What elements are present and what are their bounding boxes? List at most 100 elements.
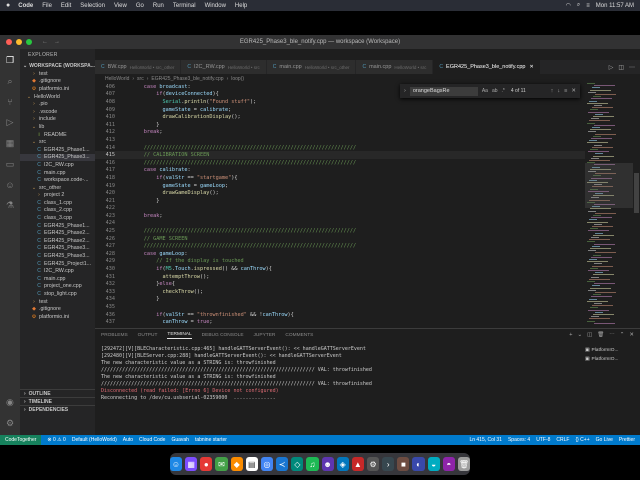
file-tree-item[interactable]: C EGR425_Project1...	[20, 260, 95, 268]
file-tree-item[interactable]: › test	[20, 70, 95, 78]
code-line[interactable]: 419 gameState = gameLoop;	[95, 182, 585, 190]
file-tree-item[interactable]: ⚙ platformio.ini	[20, 313, 95, 321]
menu-terminal[interactable]: Terminal	[173, 3, 196, 9]
breadcrumb-item[interactable]: loop()	[231, 76, 244, 82]
whole-word-toggle[interactable]: ab	[492, 88, 498, 94]
close-icon[interactable]: ✕	[629, 332, 634, 338]
code-line[interactable]: 412 break;	[95, 129, 585, 137]
dependencies-section[interactable]: › DEPENDENCIES	[20, 405, 95, 413]
source-control-icon[interactable]: ⑂	[7, 97, 12, 107]
minimap-viewport[interactable]	[585, 163, 633, 208]
vscode-icon[interactable]: ≺	[276, 457, 289, 471]
launchpad-icon[interactable]: ▦	[185, 457, 198, 471]
code-line[interactable]: 410 drawCalibrationDisplay();	[95, 113, 585, 121]
gear-icon[interactable]: ⚙	[6, 418, 14, 429]
account-icon[interactable]: ◉	[6, 397, 14, 408]
file-tree-item[interactable]: Cclass_1.cpp	[20, 199, 95, 207]
code-line[interactable]: 425 ////////////////////////////////////…	[95, 227, 585, 235]
code-line[interactable]: 413	[95, 136, 585, 144]
file-tree-item[interactable]: Cclass_3.cpp	[20, 214, 95, 222]
terminal-list-item[interactable]: ▣ PlatformIO...	[585, 355, 635, 364]
match-case-toggle[interactable]: Aa	[482, 88, 488, 94]
find-in-selection-icon[interactable]: ≡	[564, 88, 567, 94]
file-tree-item[interactable]: C EGR425_Phase2...	[20, 237, 95, 245]
explorer-icon[interactable]: ❐	[6, 55, 14, 66]
code-line[interactable]: 428 case gameLoop:	[95, 250, 585, 258]
code-line[interactable]: 432 }else{	[95, 280, 585, 288]
trash-icon[interactable]: 🗑	[597, 332, 604, 338]
code-line[interactable]: 411 }	[95, 121, 585, 129]
menu-view[interactable]: View	[114, 3, 127, 9]
editor-tab[interactable]: C BW.cpp HelloWorld • src_other	[95, 60, 182, 74]
testing-icon[interactable]: ⚗	[6, 200, 14, 211]
go-live-button[interactable]: Go Live	[596, 437, 613, 443]
editor-tab[interactable]: Cmain.cpp HelloWorld • src	[356, 60, 434, 74]
editor-tab[interactable]: Cmain.cpp HelloWorld • src_other	[266, 60, 357, 74]
chevron-down-icon[interactable]: ⌄	[577, 332, 582, 338]
app-icon[interactable]: ▲	[351, 457, 364, 471]
minimap[interactable]	[585, 83, 633, 328]
back-arrow-icon[interactable]: ←	[42, 39, 48, 45]
tab-debug-console[interactable]: DEBUG CONSOLE	[202, 333, 244, 338]
file-tree-item[interactable]: ⌄ lib	[20, 123, 95, 131]
auto-status[interactable]: Auto	[123, 437, 133, 443]
tab-problems[interactable]: PROBLEMS	[101, 333, 128, 338]
discord-icon[interactable]: ☻	[321, 457, 334, 471]
file-tree-item[interactable]: Cstop_light.cpp	[20, 290, 95, 298]
tabnine-status[interactable]: tabnine starter	[195, 437, 227, 443]
file-tree-item[interactable]: i README	[20, 131, 95, 139]
run-debug-icon[interactable]: ▷	[7, 117, 14, 128]
problems-status[interactable]: ⊗ 0 ⚠ 0	[47, 437, 65, 443]
indentation[interactable]: Spaces: 4	[508, 437, 530, 443]
next-match-icon[interactable]: ↓	[557, 88, 560, 94]
apple-icon[interactable]: ●	[6, 2, 10, 9]
new-terminal-icon[interactable]: +	[569, 332, 572, 338]
file-tree-item[interactable]: Cworkspace.code-...	[20, 176, 95, 184]
code-line[interactable]: 409 gameState = calibrate;	[95, 106, 585, 114]
code-line[interactable]: 431 attemptThrow();	[95, 273, 585, 281]
spotify-icon[interactable]: ♫	[306, 457, 319, 471]
platformio-env[interactable]: Default (HelloWorld)	[72, 437, 117, 443]
wifi-icon[interactable]: ◠	[566, 2, 571, 9]
menu-window[interactable]: Window	[205, 3, 226, 9]
editor-tab[interactable]: C I2C_RW.cpp HelloWorld • src	[181, 60, 267, 74]
encoding[interactable]: UTF-8	[536, 437, 550, 443]
split-editor-icon[interactable]: ◫	[618, 64, 624, 71]
app-icon[interactable]: ●	[200, 457, 213, 471]
menu-go[interactable]: Go	[136, 3, 144, 9]
code-line[interactable]: 437 canThrow = true;	[95, 318, 585, 326]
terminal-app-icon[interactable]: ›	[382, 457, 395, 471]
code-editor[interactable]: 406 case broadcast: 407 if(deviceConnecte…	[95, 83, 585, 328]
file-tree-item[interactable]: C I2C_RW.cpp	[20, 161, 95, 169]
search-icon[interactable]: ⌕	[577, 2, 580, 9]
code-line[interactable]: 422	[95, 205, 585, 213]
app-icon[interactable]: ◇	[291, 457, 304, 471]
code-line[interactable]: 408 Serial.println("Found stuff");	[95, 98, 585, 106]
tab-terminal[interactable]: TERMINAL	[167, 332, 192, 339]
menu-edit[interactable]: Edit	[61, 3, 71, 9]
menu-file[interactable]: File	[42, 3, 52, 9]
code-line[interactable]: 423 break;	[95, 212, 585, 220]
split-terminal-icon[interactable]: ◫	[587, 332, 592, 338]
file-tree-item[interactable]: › project 2	[20, 192, 95, 200]
app-icon[interactable]: ◈	[336, 457, 349, 471]
chrome-icon[interactable]: ◎	[260, 457, 274, 471]
breadcrumb-item[interactable]: src	[137, 76, 144, 82]
code-line[interactable]: 420 drawGameDisplay();	[95, 189, 585, 197]
menu-help[interactable]: Help	[235, 3, 247, 9]
extensions-icon[interactable]: ▦	[6, 138, 15, 149]
previous-match-icon[interactable]: ↑	[551, 88, 554, 94]
app-icon[interactable]: ◐	[412, 457, 425, 471]
tab-output[interactable]: OUTPUT	[138, 333, 158, 338]
code-line[interactable]: 427 ////////////////////////////////////…	[95, 242, 585, 250]
platformio-icon[interactable]: ☺	[5, 180, 14, 190]
file-tree-item[interactable]: C EGR425_Phase3...	[20, 245, 95, 253]
file-tree-item[interactable]: C EGR425_Phase1...	[20, 146, 95, 154]
terminal-list-item[interactable]: ▣ PlatformIO...	[585, 346, 635, 355]
code-line[interactable]: 421 }	[95, 197, 585, 205]
app-icon[interactable]: ◆	[230, 457, 243, 471]
cursor-position[interactable]: Ln 415, Col 31	[469, 437, 502, 443]
timeline-section[interactable]: › TIMELINE	[20, 397, 95, 405]
file-tree-item[interactable]: C EGR425_Phase2...	[20, 229, 95, 237]
system-settings-icon[interactable]: ⚙	[366, 457, 380, 471]
